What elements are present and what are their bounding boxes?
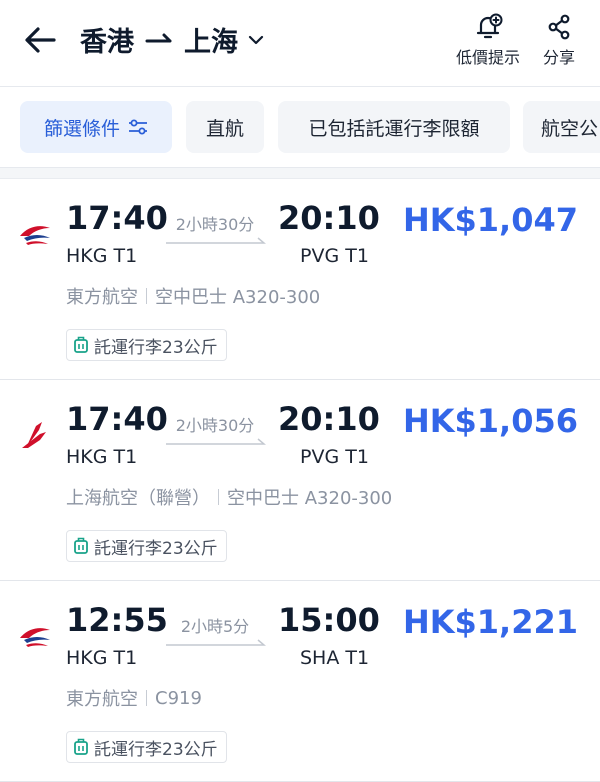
meta-separator — [218, 489, 219, 505]
baggage-tag: 託運行李23公斤 — [66, 530, 227, 562]
right-arrow-icon — [145, 33, 172, 42]
arrival-time: 20:10 — [278, 199, 380, 237]
departure-airport: HKG T1 — [66, 245, 138, 267]
divider — [0, 168, 600, 179]
flight-meta: 東方航空 空中巴士 A320-300 — [66, 283, 320, 309]
luggage-icon — [74, 336, 88, 353]
flight-price: HK$1,056 — [402, 402, 578, 440]
arrival-airport: SHA T1 — [300, 647, 370, 669]
meta-separator — [146, 288, 147, 304]
china-eastern-logo — [20, 628, 50, 647]
baggage-tag: 託運行李23公斤 — [66, 731, 227, 763]
luggage-icon — [74, 738, 88, 755]
origin-city: 香港 — [80, 27, 134, 58]
duration-arrow-icon — [166, 237, 266, 244]
chevron-down-icon — [248, 35, 264, 44]
arrival-airport: PVG T1 — [300, 245, 369, 267]
baggage-included-chip[interactable]: 已包括託運行李限額 — [278, 101, 510, 153]
china-eastern-logo — [20, 226, 50, 245]
baggage-label: 託運行李23公斤 — [94, 337, 218, 358]
share-icon — [548, 14, 570, 40]
flight-card[interactable]: 12:55 HKG T1 2小時5分 15:00 SHA T1 HK$1,221… — [0, 581, 600, 782]
aircraft-type: 空中巴士 A320-300 — [227, 488, 393, 509]
filter-icon — [129, 119, 147, 135]
meta-separator — [146, 690, 147, 706]
duration-arrow-icon — [166, 438, 266, 445]
back-arrow-icon[interactable] — [22, 22, 58, 58]
filter-conditions-label: 篩選條件 — [43, 117, 120, 140]
aircraft-type: 空中巴士 A320-300 — [155, 287, 321, 308]
direct-flight-label: 直航 — [205, 117, 244, 140]
destination-city: 上海 — [184, 27, 238, 58]
filter-bar: 篩選條件 直航 已包括託運行李限額 航空公 — [0, 87, 600, 168]
baggage-label: 託運行李23公斤 — [94, 739, 218, 760]
arrival-time: 15:00 — [278, 601, 380, 639]
arrival-airport: PVG T1 — [300, 446, 369, 468]
top-bar: 香港 上海 低價提示 分享 — [0, 0, 600, 87]
shanghai-airlines-logo — [22, 422, 46, 448]
duration-arrow-icon — [166, 639, 266, 646]
price-alert-button[interactable]: 低價提示 — [456, 12, 520, 68]
baggage-included-label: 已包括託運行李限額 — [308, 117, 480, 140]
arrival-time: 20:10 — [278, 400, 380, 438]
airline-label: 航空公 — [541, 117, 599, 140]
departure-time: 17:40 — [66, 400, 168, 438]
flight-duration: 2小時5分 — [180, 617, 250, 636]
flight-price: HK$1,047 — [402, 201, 578, 239]
departure-airport: HKG T1 — [66, 647, 138, 669]
share-button[interactable]: 分享 — [543, 12, 575, 68]
baggage-label: 託運行李23公斤 — [94, 538, 218, 559]
flight-meta: 東方航空 C919 — [66, 685, 202, 711]
flight-card[interactable]: 17:40 HKG T1 2小時30分 20:10 PVG T1 HK$1,05… — [0, 380, 600, 581]
baggage-tag: 託運行李23公斤 — [66, 329, 227, 361]
luggage-icon — [74, 537, 88, 554]
airline-name: 東方航空 — [66, 689, 138, 710]
flight-duration: 2小時30分 — [175, 215, 255, 234]
airline-name: 東方航空 — [66, 287, 138, 308]
route-selector[interactable]: 香港 上海 — [80, 20, 266, 59]
flight-card[interactable]: 17:40 HKG T1 2小時30分 20:10 PVG T1 HK$1,04… — [0, 179, 600, 380]
airline-name: 上海航空（聯營） — [66, 488, 210, 509]
departure-time: 12:55 — [66, 601, 168, 639]
share-label: 分享 — [543, 48, 576, 67]
departure-airport: HKG T1 — [66, 446, 138, 468]
flight-list: 17:40 HKG T1 2小時30分 20:10 PVG T1 HK$1,04… — [0, 179, 600, 782]
flight-meta: 上海航空（聯營） 空中巴士 A320-300 — [66, 484, 392, 510]
airline-chip[interactable]: 航空公 — [523, 101, 600, 153]
flight-price: HK$1,221 — [402, 603, 578, 641]
flight-duration: 2小時30分 — [175, 416, 255, 435]
filter-conditions-chip[interactable]: 篩選條件 — [20, 101, 172, 153]
bell-plus-icon — [476, 13, 503, 39]
price-alert-label: 低價提示 — [456, 48, 521, 67]
aircraft-type: C919 — [155, 687, 202, 709]
departure-time: 17:40 — [66, 199, 168, 237]
direct-flight-chip[interactable]: 直航 — [186, 101, 264, 153]
